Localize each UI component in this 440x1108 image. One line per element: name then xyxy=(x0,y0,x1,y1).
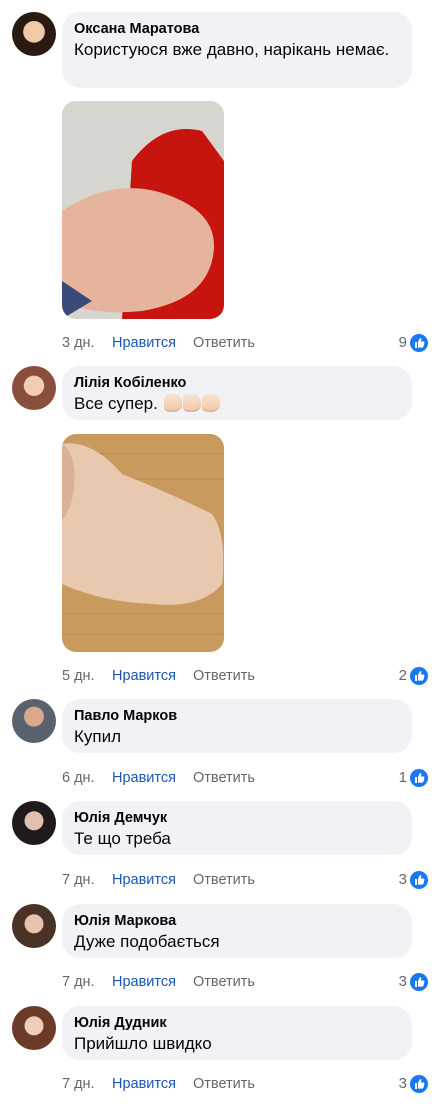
comment-meta: 5 дн. Нравится Ответить 2 xyxy=(62,666,428,686)
like-button[interactable]: Нравится xyxy=(112,1074,176,1094)
thumbs-up-emoji-icon xyxy=(182,394,201,412)
reply-button[interactable]: Ответить xyxy=(193,870,255,890)
thumbs-up-icon xyxy=(410,334,428,352)
comment-bubble: Юлія Дудник Прийшло швидко xyxy=(62,1006,412,1060)
comment-time[interactable]: 7 дн. xyxy=(62,1074,95,1094)
reaction-count[interactable]: 3 xyxy=(399,1074,407,1094)
reaction-count[interactable]: 1 xyxy=(399,768,407,788)
reply-button[interactable]: Ответить xyxy=(193,768,255,788)
avatar[interactable] xyxy=(12,1006,56,1050)
avatar[interactable] xyxy=(12,699,56,743)
avatar[interactable] xyxy=(12,801,56,845)
comment-text-value: Все супер. xyxy=(74,394,158,413)
reaction-count[interactable]: 2 xyxy=(399,666,407,686)
comment-time[interactable]: 5 дн. xyxy=(62,666,95,686)
comment-bubble: Юлія Маркова Дуже подобається xyxy=(62,904,412,958)
comment-time[interactable]: 3 дн. xyxy=(62,333,95,353)
comment-text: Користуюся вже давно, нарікань немає. xyxy=(74,40,390,59)
reaction-count[interactable]: 3 xyxy=(399,870,407,890)
comment-bubble: Лілія Кобіленко Все супер. xyxy=(62,366,412,420)
comment-time[interactable]: 7 дн. xyxy=(62,972,95,992)
thumbs-up-icon xyxy=(410,871,428,889)
avatar[interactable] xyxy=(12,904,56,948)
like-button[interactable]: Нравится xyxy=(112,666,176,686)
thumbs-up-icon xyxy=(410,769,428,787)
reply-button[interactable]: Ответить xyxy=(193,666,255,686)
reaction-count[interactable]: 3 xyxy=(399,972,407,992)
comment-time[interactable]: 6 дн. xyxy=(62,768,95,788)
avatar[interactable] xyxy=(12,12,56,56)
reply-button[interactable]: Ответить xyxy=(193,972,255,992)
photo-image xyxy=(62,434,224,652)
thumbs-up-icon xyxy=(410,1075,428,1093)
comment-meta: 3 дн. Нравится Ответить 9 xyxy=(62,333,428,353)
thumbs-up-emoji-icon xyxy=(201,394,220,412)
thumbs-up-emoji-icon xyxy=(163,394,182,412)
thumbs-up-icon xyxy=(410,973,428,991)
comment-text: Прийшло швидко xyxy=(74,1034,212,1053)
comment-text: Купил xyxy=(74,727,122,746)
comment-meta: 7 дн. Нравится Ответить 3 xyxy=(62,972,428,992)
commenter-name[interactable]: Юлія Дудник xyxy=(74,1014,400,1032)
comment-bubble: Юлія Демчук Те що треба xyxy=(62,801,412,855)
comment-bubble: Оксана Маратова Користуюся вже давно, на… xyxy=(62,12,412,88)
comment-bubble: Павло Марков Купил xyxy=(62,699,412,753)
commenter-name[interactable]: Лілія Кобіленко xyxy=(74,374,400,392)
like-button[interactable]: Нравится xyxy=(112,768,176,788)
comment-text: Те що треба xyxy=(74,829,171,848)
comment-photo[interactable] xyxy=(62,101,224,319)
commenter-name[interactable]: Юлія Маркова xyxy=(74,912,400,930)
like-button[interactable]: Нравится xyxy=(112,870,176,890)
comment-text: Все супер. xyxy=(74,393,400,415)
comment-photo[interactable] xyxy=(62,434,224,652)
comment-text: Дуже подобається xyxy=(74,932,220,951)
comment-time[interactable]: 7 дн. xyxy=(62,870,95,890)
comment-meta: 7 дн. Нравится Ответить 3 xyxy=(62,1074,428,1094)
comment-meta: 6 дн. Нравится Ответить 1 xyxy=(62,768,428,788)
photo-image xyxy=(62,101,224,319)
thumbs-up-icon xyxy=(410,667,428,685)
reply-button[interactable]: Ответить xyxy=(193,333,255,353)
reply-button[interactable]: Ответить xyxy=(193,1074,255,1094)
commenter-name[interactable]: Юлія Демчук xyxy=(74,809,400,827)
commenter-name[interactable]: Павло Марков xyxy=(74,707,400,725)
comment-meta: 7 дн. Нравится Ответить 3 xyxy=(62,870,428,890)
like-button[interactable]: Нравится xyxy=(112,972,176,992)
reaction-count[interactable]: 9 xyxy=(399,333,407,353)
like-button[interactable]: Нравится xyxy=(112,333,176,353)
commenter-name[interactable]: Оксана Маратова xyxy=(74,20,400,38)
avatar[interactable] xyxy=(12,366,56,410)
